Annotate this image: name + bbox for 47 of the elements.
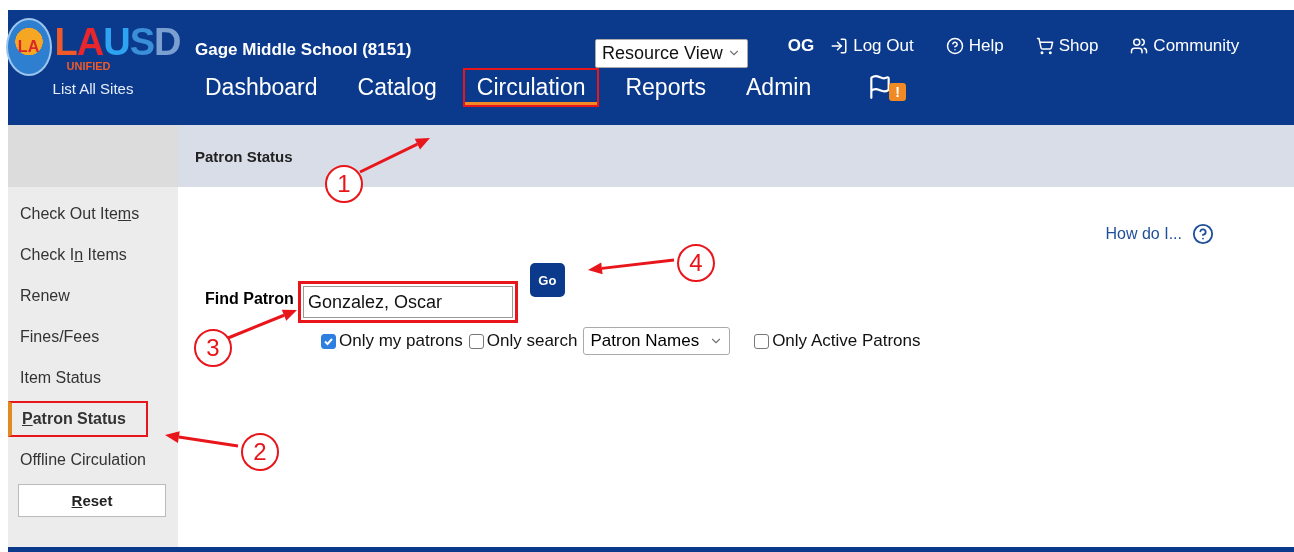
people-icon	[1130, 37, 1149, 55]
search-type-select[interactable]: Patron Names	[583, 327, 731, 355]
logout-link[interactable]: Log Out	[830, 36, 914, 56]
sidebar-item[interactable]: Check Out Items	[8, 196, 148, 232]
view-select[interactable]: Resource View	[595, 38, 748, 68]
sidebar-item[interactable]: Item Status	[8, 360, 148, 396]
callout-arrow	[359, 138, 430, 174]
cart-icon	[1035, 37, 1054, 55]
find-patron-label: Find Patron	[205, 290, 294, 308]
shop-link[interactable]: Shop	[1035, 36, 1099, 56]
nav-tab[interactable]: Catalog	[343, 67, 451, 107]
user-initials: OG	[787, 36, 815, 56]
page-title: Patron Status	[194, 147, 293, 165]
sidebar-item[interactable]: Patron Status	[8, 401, 148, 437]
find-patron-field[interactable]: Gonzalez, Oscar	[302, 286, 513, 318]
sidebar-item[interactable]: Fines/Fees	[8, 319, 148, 355]
help-link[interactable]: How do I...	[1105, 223, 1214, 245]
school-name: Gage Middle School (8151)	[195, 40, 413, 60]
sidebar-item[interactable]: Check In Items	[8, 237, 148, 273]
checkbox-label: Only search	[486, 331, 578, 351]
go-button[interactable]: Go	[529, 263, 565, 297]
checkbox-label: Only Active Patrons	[772, 331, 921, 351]
logo-wordmark: LAUSD	[54, 22, 181, 61]
step-number: 1	[325, 165, 363, 203]
logo-emblem: LA	[5, 18, 52, 76]
help-icon	[945, 37, 964, 55]
logo-subtitle: UNIFIED	[66, 60, 112, 72]
step-number: 3	[194, 329, 232, 367]
step-number: 4	[677, 244, 715, 282]
nav-tab[interactable]: Reports	[611, 67, 720, 107]
sidebar-item[interactable]: Offline Circulation	[8, 442, 148, 478]
list-all-sites-link[interactable]: List All Sites	[52, 80, 134, 97]
checkbox-label: Only my patrons	[339, 331, 463, 351]
checkbox[interactable]	[754, 333, 770, 349]
step-number: 2	[241, 433, 279, 471]
nav-tab[interactable]: Circulation	[462, 67, 600, 107]
community-link[interactable]: Community	[1130, 36, 1240, 56]
checkbox[interactable]	[468, 333, 484, 349]
logout-icon	[830, 37, 849, 55]
sidebar-item[interactable]: Renew	[8, 278, 148, 314]
reset-button[interactable]: Reset	[18, 484, 166, 517]
help-link[interactable]: Help	[945, 36, 1004, 56]
checkbox[interactable]	[321, 333, 336, 349]
help-icon	[1192, 223, 1214, 245]
alert-badge: !	[889, 83, 906, 101]
nav-tab[interactable]: Dashboard	[191, 67, 332, 107]
nav-tab[interactable]: Admin	[732, 67, 826, 107]
